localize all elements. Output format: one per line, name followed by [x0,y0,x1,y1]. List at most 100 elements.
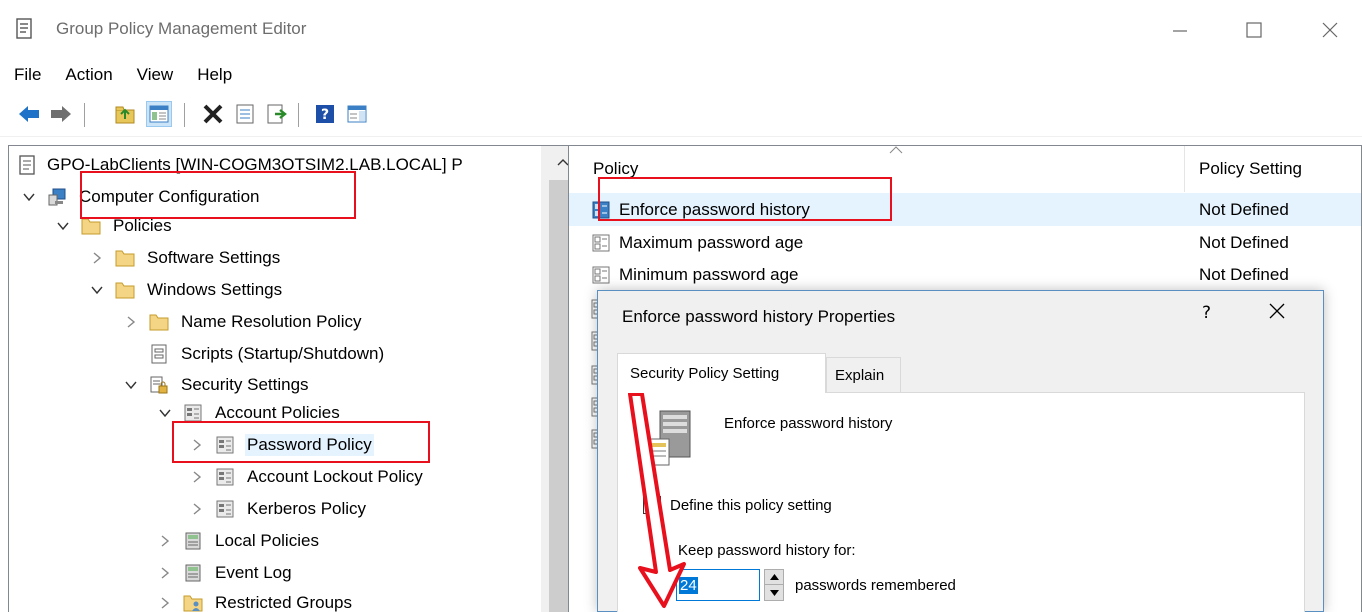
properties-dialog: Enforce password history Properties ? Se… [597,290,1324,612]
chevron-right-icon [193,471,202,483]
action-pane-icon [347,105,367,123]
tree-item-label: Kerberos Policy [247,499,367,518]
tree-item-event-log[interactable]: Event Log [157,558,294,588]
export-list-button[interactable] [264,101,290,127]
properties-button[interactable] [232,101,258,127]
computer-icon [48,188,66,206]
show-hide-tree-button[interactable] [146,101,172,127]
tree-item-label: Software Settings [147,248,281,267]
action-pane-button[interactable] [344,101,370,127]
back-icon [19,106,39,122]
policy-container-icon [184,404,202,422]
tree-item-label: Scripts (Startup/Shutdown) [181,344,385,363]
tree-item-security-settings[interactable]: Security Settings [123,370,311,400]
chevron-down-icon [57,222,69,231]
chevron-right-icon [93,252,102,264]
dialog-policy-name: Enforce password history [724,415,893,432]
menu-action[interactable]: Action [53,60,124,90]
close-button[interactable] [1310,12,1350,48]
maximize-button[interactable] [1234,12,1274,48]
chevron-right-icon [161,535,170,547]
export-list-icon [267,104,287,124]
tree-item-label: Local Policies [215,531,319,550]
policy-container-icon [216,468,234,486]
policy-row-minimum-password-age[interactable]: Minimum password age Not Defined [569,258,1361,291]
folder-icon [149,314,169,331]
app-icon [16,18,32,39]
maximize-icon [1246,22,1262,38]
forward-icon [51,106,71,122]
tree-item-kerberos-policy[interactable]: Kerberos Policy [189,494,368,524]
menu-help[interactable]: Help [185,60,244,90]
policy-setting-icon [592,266,610,283]
script-icon [151,344,167,364]
policy-name: Minimum password age [619,264,799,284]
forward-button[interactable] [48,101,74,127]
chevron-down-icon [91,286,103,295]
column-header-policy-setting[interactable]: Policy Setting [1199,146,1361,192]
tree-item-local-policies[interactable]: Local Policies [157,526,321,556]
policy-book-icon [185,532,201,550]
define-policy-label: Define this policy setting [670,497,832,514]
sort-ascending-icon [889,146,903,154]
tab-explain[interactable]: Explain [826,357,901,393]
policy-book-icon [185,564,201,582]
dialog-close-button[interactable] [1268,301,1286,326]
tree-item-label: Restricted Groups [215,593,352,612]
policy-row-maximum-password-age[interactable]: Maximum password age Not Defined [569,226,1361,259]
policy-setting-value: Not Defined [1199,199,1289,219]
tree-item-label: Name Resolution Policy [181,312,362,331]
tree-item-name-resolution-policy[interactable]: Name Resolution Policy [123,307,363,337]
delete-button[interactable] [200,101,226,127]
tree-item-software-settings[interactable]: Software Settings [89,243,282,273]
tab-security-policy-setting[interactable]: Security Policy Setting [617,353,826,393]
highlight-password-policy [172,421,430,463]
caret-up-icon [769,574,779,580]
delete-icon [203,104,223,124]
tree-item-label: Account Lockout Policy [247,467,423,486]
help-button[interactable]: ? [312,101,338,127]
show-hide-tree-icon [149,105,169,123]
minimize-button[interactable] [1160,12,1200,48]
gpo-document-icon [19,155,35,175]
back-button[interactable] [16,101,42,127]
password-history-spinner[interactable] [764,569,784,601]
folder-icon [115,282,135,299]
up-folder-button[interactable] [112,101,138,127]
highlight-enforce-password-history [598,177,892,221]
tree-item-label: Windows Settings [147,280,283,299]
tree-item-windows-settings[interactable]: Windows Settings [89,275,284,305]
tree-item-scripts[interactable]: Scripts (Startup/Shutdown) [149,339,386,369]
properties-icon [236,104,254,124]
caret-down-icon [769,589,779,596]
tree-item-restricted-groups[interactable]: Restricted Groups [157,588,354,612]
chevron-down-icon [125,381,137,390]
svg-text:?: ? [321,107,329,123]
folder-icon [81,218,101,235]
chevron-down-icon [23,193,35,202]
tree-item-label: Security Settings [181,375,309,394]
toolbar: ? [0,95,1362,137]
policy-setting-value: Not Defined [1199,264,1289,284]
spin-up-button[interactable] [765,570,783,585]
title-bar: Group Policy Management Editor [0,0,1362,60]
menu-file[interactable]: File [0,60,53,90]
column-header-label: Policy [593,159,639,178]
dialog-help-button[interactable]: ? [1202,303,1211,323]
column-header-label: Policy Setting [1199,159,1302,178]
tree-item-account-lockout-policy[interactable]: Account Lockout Policy [189,462,425,492]
red-arrow-icon [628,392,686,608]
policy-name: Maximum password age [619,232,804,252]
up-folder-icon [115,106,135,124]
keep-history-label: Keep password history for: [678,542,856,559]
spin-down-button[interactable] [765,585,783,600]
group-folder-icon [183,595,203,612]
minimize-icon [1173,30,1187,32]
help-icon: ? [316,105,334,123]
menu-view[interactable]: View [125,60,186,90]
chevron-right-icon [161,567,170,579]
units-label: passwords remembered [795,577,956,594]
chevron-down-icon [159,409,171,418]
menu-bar: File Action View Help [0,60,1362,90]
close-icon [1269,303,1285,319]
